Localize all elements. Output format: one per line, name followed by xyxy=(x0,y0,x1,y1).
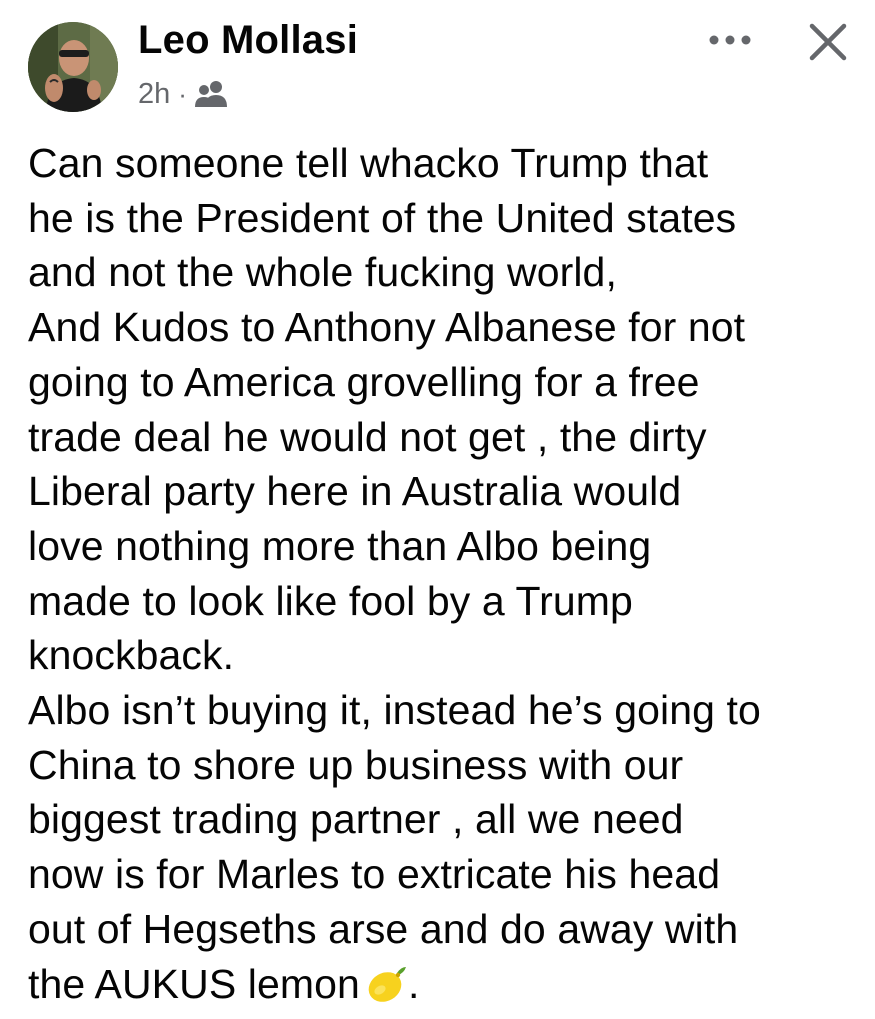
close-button[interactable] xyxy=(800,14,856,70)
post-text-line: biggest trading partner , all we need xyxy=(28,796,684,843)
post-text-line: trade deal he would not get , the dirty xyxy=(28,413,707,460)
post-text-line: going to America grovelling for a free xyxy=(28,358,700,405)
meta-separator: · xyxy=(178,79,187,109)
author-name[interactable]: Leo Mollasi xyxy=(138,14,358,66)
post-text: Can someone tell whacko Trump that he is… xyxy=(28,136,858,1011)
post-text-line: now is for Marles to extricate his head xyxy=(28,851,721,898)
friends-icon[interactable] xyxy=(194,80,229,108)
post-text-line: China to shore up business with our xyxy=(28,741,684,788)
post-header: Leo Mollasi 2h · xyxy=(0,0,875,130)
post-text-line: love nothing more than Albo being xyxy=(28,522,652,569)
post-text-line: he is the President of the United states xyxy=(28,194,737,241)
post-text-last-line: the AUKUS lemon . xyxy=(28,957,858,1012)
post-timestamp[interactable]: 2h xyxy=(138,74,170,114)
close-icon xyxy=(809,23,847,61)
more-options-button[interactable] xyxy=(700,22,760,58)
author-avatar[interactable] xyxy=(28,22,118,112)
post-text-line: Liberal party here in Australia would xyxy=(28,468,682,515)
post-text-line: Albo isn’t buying it, instead he’s going… xyxy=(28,687,761,734)
more-horizontal-icon xyxy=(709,35,751,45)
post-meta: 2h · xyxy=(138,74,229,114)
lemon-emoji-icon xyxy=(364,962,408,1006)
post-text-line: Can someone tell whacko Trump that xyxy=(28,140,709,186)
post-text-line: And Kudos to Anthony Albanese for not xyxy=(28,304,746,351)
post-text-line: and not the whole fucking world, xyxy=(28,249,617,296)
post-text-line: out of Hegseths arse and do away with xyxy=(28,905,739,952)
post-text-line: knockback. xyxy=(28,632,235,679)
avatar-photo-icon xyxy=(28,22,118,112)
post-text-line: made to look like fool by a Trump xyxy=(28,577,633,624)
